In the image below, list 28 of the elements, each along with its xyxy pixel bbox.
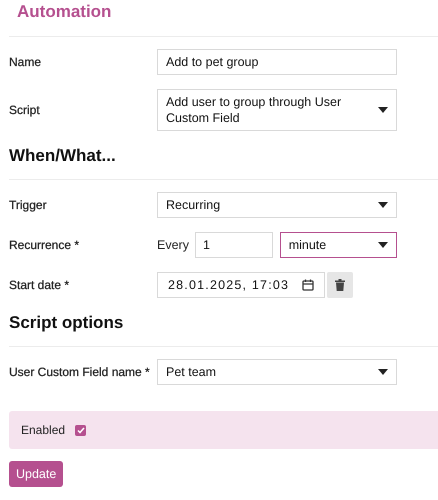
field-label: Name [9,55,42,69]
dropdown-arrow-icon [378,369,388,375]
dropdown-arrow-icon [378,202,388,208]
delete-button[interactable] [327,272,353,298]
page-title: Automation [16,1,112,23]
interval-input[interactable]: 1 [194,232,273,258]
enabled-checkbox[interactable] [75,424,86,436]
field-label: User Custom Field name * [9,365,151,379]
enabled-label: Enabled [21,423,66,437]
field-label: Script [9,103,41,117]
dropdown-arrow-icon [378,242,388,248]
select-field[interactable]: Pet team [157,359,397,385]
section-heading: When/What... [9,145,117,167]
section-heading: Script options [9,312,124,334]
date-time-input[interactable]: 28.01.2025, 17:03 [157,272,325,298]
name-input[interactable]: Add to pet group [157,49,397,75]
trash-icon [335,279,345,291]
select-field[interactable]: Recurring [157,192,397,218]
field-label: Trigger [9,198,48,212]
update-button[interactable]: Update [9,461,64,487]
field-label: Start date * [9,278,70,292]
unit-select[interactable]: minute [280,232,397,258]
select-field[interactable]: Add user to group through User Custom Field [157,89,397,131]
every-label: Every [157,238,189,252]
dropdown-arrow-icon [378,107,388,113]
calendar-icon [302,279,314,291]
field-label: Recurrence * [9,238,80,252]
checkmark-icon [76,426,85,434]
